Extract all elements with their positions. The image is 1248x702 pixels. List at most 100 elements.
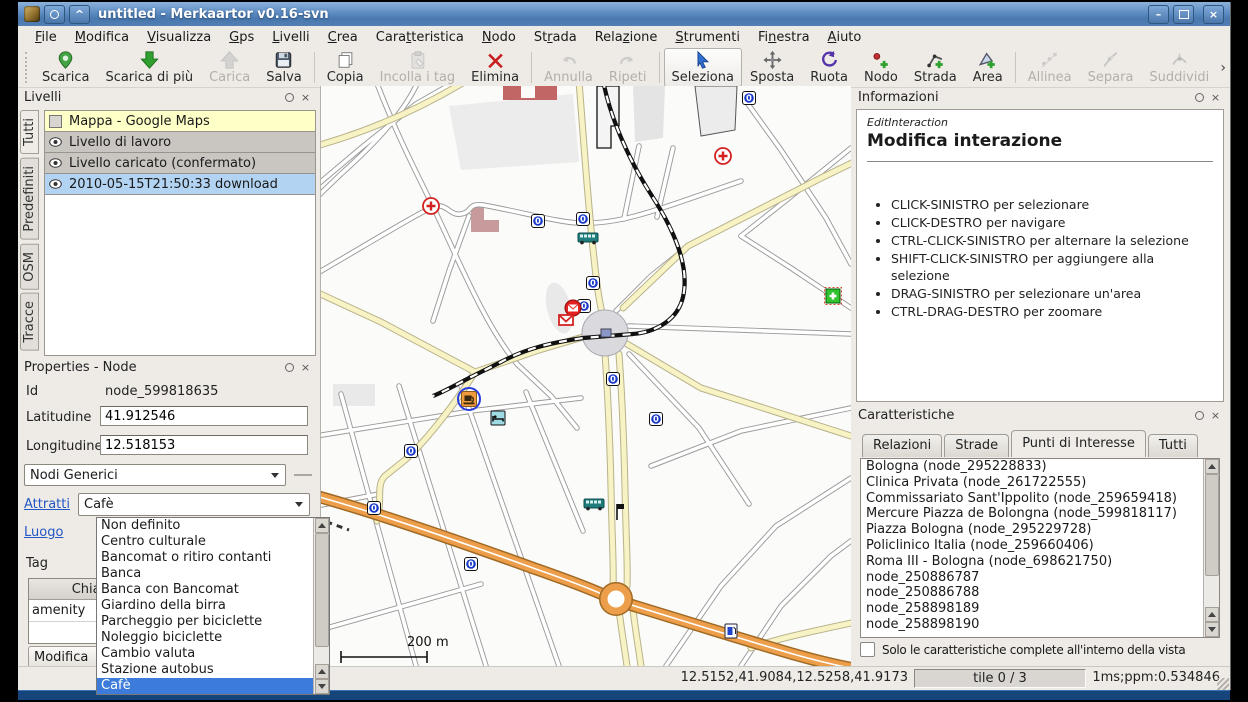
features-tab-punti-di-interesse[interactable]: Punti di Interesse (1011, 430, 1146, 457)
features-scrollbar[interactable] (1203, 459, 1219, 637)
menu-finestra[interactable]: Finestra (749, 28, 819, 47)
layers-tab-osm[interactable]: OSM (20, 244, 39, 290)
feature-item[interactable]: node_258898190 (861, 617, 1219, 633)
dropdown-option[interactable]: Noleggio biciclette (97, 630, 329, 646)
features-tab-tutti[interactable]: Tutti (1148, 434, 1198, 457)
dropdown-option[interactable]: Cafè (97, 678, 329, 694)
panel-float-icon[interactable] (283, 91, 296, 104)
info-poi-icon[interactable] (405, 445, 418, 458)
dropdown-option[interactable]: Centro culturale (97, 534, 329, 550)
menu-crea[interactable]: Crea (319, 28, 367, 47)
layers-tab-tracce[interactable]: Tracce (20, 293, 39, 351)
toolbar-strada-button[interactable]: Strada (906, 48, 965, 87)
dropdown-option[interactable]: Non definito (97, 518, 329, 534)
feature-item[interactable]: node_250886787 (861, 570, 1219, 586)
dropdown-option[interactable]: Cambio valuta (97, 646, 329, 662)
post-office-icon[interactable] (565, 300, 581, 316)
menu-modifica[interactable]: Modifica (66, 28, 138, 47)
selected-cafe-node-icon[interactable] (458, 388, 480, 410)
menu-aiuto[interactable]: Aiuto (819, 28, 871, 47)
feature-item[interactable]: Commissariato Sant'Ippolito (node_259659… (861, 491, 1219, 507)
toolbar-ruota-button[interactable]: Ruota (802, 48, 856, 87)
toolbar-overflow-icon[interactable]: › (1220, 60, 1226, 76)
panel-float-icon[interactable] (1193, 91, 1206, 104)
dropdown-option[interactable]: Banca con Bancomat (97, 582, 329, 598)
layer-row[interactable]: Mappa - Google Maps (45, 111, 315, 132)
amenity-combo[interactable]: Cafè (78, 493, 310, 516)
bus-icon[interactable] (584, 499, 604, 510)
dropdown-option[interactable]: Stazione autobus (97, 662, 329, 678)
panel-float-icon[interactable] (283, 361, 296, 374)
dropdown-option[interactable]: Bancomat o ritiro contanti (97, 550, 329, 566)
maximize-icon[interactable] (1173, 5, 1194, 24)
hotel-icon[interactable] (491, 411, 505, 425)
close-icon[interactable]: × (1203, 5, 1224, 24)
info-poi-icon[interactable] (465, 558, 478, 571)
pharmacy-icon[interactable] (825, 288, 842, 305)
layers-tab-tutti[interactable]: Tutti (20, 110, 39, 154)
menu-relazione[interactable]: Relazione (586, 28, 667, 47)
dropdown-option[interactable]: Parcheggio per biciclette (97, 614, 329, 630)
menu-strada[interactable]: Strada (525, 28, 586, 47)
feature-item[interactable]: Clinica Privata (node_261722555) (861, 475, 1219, 491)
resize-grip-icon[interactable] (1217, 678, 1229, 690)
menu-caratteristica[interactable]: Caratteristica (367, 28, 473, 47)
features-tab-strade[interactable]: Strade (944, 434, 1009, 457)
feature-item[interactable]: Piazza Bologna (node_295229728) (861, 522, 1219, 538)
layer-row[interactable]: Livello caricato (confermato) (45, 153, 315, 174)
latitude-field[interactable] (100, 406, 308, 426)
toolbar-elimina-button[interactable]: Elimina (463, 48, 527, 87)
layer-visibility-checkbox[interactable] (49, 115, 62, 128)
mailbox-icon[interactable] (559, 315, 573, 325)
menu-strumenti[interactable]: Strumenti (666, 28, 749, 47)
info-poi-icon[interactable] (743, 92, 756, 105)
map-canvas[interactable]: 0 (320, 86, 851, 666)
menu-nodo[interactable]: Nodo (473, 28, 525, 47)
menu-livelli[interactable]: Livelli (263, 28, 318, 47)
toolbar-salva-button[interactable]: Salva (258, 48, 310, 87)
feature-item[interactable]: node_258898189 (861, 601, 1219, 617)
sticky-window-icon[interactable] (44, 5, 65, 24)
panel-close-icon[interactable]: × (1209, 409, 1222, 422)
toolbar-drag-handle[interactable] (25, 52, 31, 83)
layer-row[interactable]: 2010-05-15T21:50:33 download (45, 174, 315, 195)
layer-row[interactable]: Livello di lavoro (45, 132, 315, 153)
info-poi-icon[interactable] (577, 213, 590, 226)
longitude-field[interactable] (100, 435, 308, 455)
hospital-icon[interactable] (715, 148, 731, 164)
panel-close-icon[interactable]: × (299, 361, 312, 374)
toolbar-scarica-di-piu-button[interactable]: Scarica di più (97, 48, 201, 87)
info-poi-icon[interactable] (532, 215, 545, 228)
layers-tab-predefiniti[interactable]: Predefiniti (20, 158, 39, 240)
info-poi-icon[interactable] (607, 373, 620, 386)
feature-item[interactable]: Bologna (node_295228833) (861, 459, 1219, 475)
panel-close-icon[interactable]: × (1209, 91, 1222, 104)
hospital-icon[interactable] (423, 198, 439, 214)
fuel-icon[interactable] (725, 624, 737, 638)
toolbar-nodo-button[interactable]: Nodo (856, 48, 906, 87)
feature-item[interactable]: Policlinico Italia (node_259660406) (861, 538, 1219, 554)
bus-icon[interactable] (578, 233, 598, 244)
feature-item[interactable]: Mercure Piazza de Bolongna (node_5998181… (861, 506, 1219, 522)
info-poi-icon[interactable] (650, 413, 663, 426)
feature-item[interactable]: node_250886788 (861, 585, 1219, 601)
toolbar-area-button[interactable]: Area (965, 48, 1011, 87)
panel-float-icon[interactable] (1193, 409, 1206, 422)
toolbar-scarica-button[interactable]: Scarica (34, 48, 97, 87)
amenity-link[interactable]: Attratti (24, 497, 70, 512)
feature-item[interactable]: Roma III - Bologna (node_698621750) (861, 554, 1219, 570)
menu-visualizza[interactable]: Visualizza (138, 28, 220, 47)
menu-file[interactable]: File (26, 28, 66, 47)
minimize-icon[interactable]: – (1148, 5, 1169, 24)
toolbar-seleziona-button[interactable]: Seleziona (664, 48, 742, 87)
panel-close-icon[interactable]: × (299, 91, 312, 104)
features-tab-relazioni[interactable]: Relazioni (862, 434, 942, 457)
place-link[interactable]: Luogo (24, 525, 63, 540)
toolbar-sposta-button[interactable]: Sposta (742, 48, 802, 87)
shade-window-icon[interactable]: ^ (69, 5, 90, 24)
station-icon[interactable] (601, 329, 611, 337)
toolbar-copia-button[interactable]: Copia (319, 48, 372, 87)
dropdown-scrollbar[interactable] (313, 518, 329, 694)
info-poi-icon[interactable] (368, 502, 381, 515)
dropdown-option[interactable]: Giardino della birra (97, 598, 329, 614)
